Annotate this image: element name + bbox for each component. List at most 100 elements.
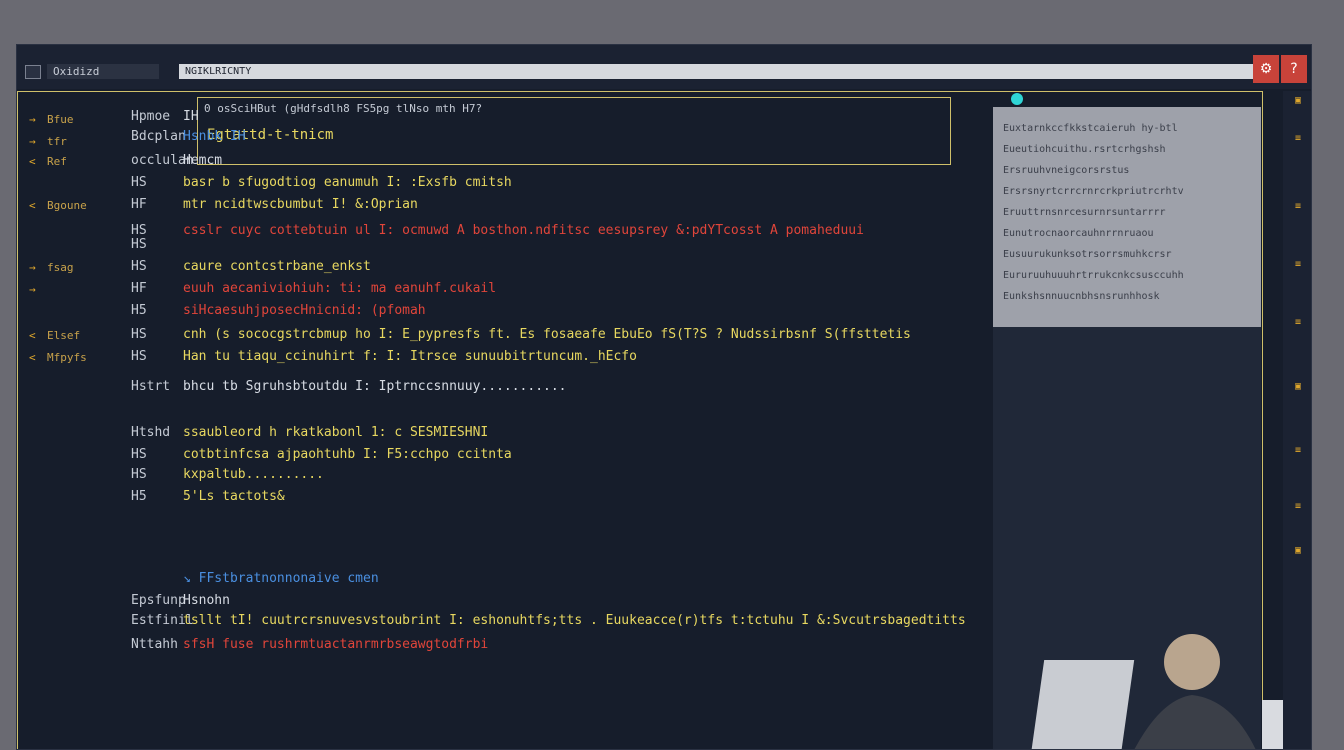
line-text: siHcaesuhjposecHnicnid: (pfomah	[183, 303, 426, 318]
app-menu-icon[interactable]	[25, 65, 41, 79]
line-label: occlulan	[131, 153, 194, 168]
title-bar: Oxidizd NGIKLRICNTY ⚙ ?	[17, 45, 1311, 89]
line-label: H5	[131, 303, 147, 318]
gutter-item[interactable]: →	[29, 281, 47, 299]
gutter-item[interactable]: → tfr	[29, 133, 67, 151]
line-label: Epsfunp	[131, 593, 186, 608]
line-text: caure contcstrbane_enkst	[183, 259, 371, 274]
line-label: Hstrt	[131, 379, 171, 394]
preview-pane	[993, 327, 1287, 749]
code-line[interactable]: Estfiniltsllt tI! cuutrcrsnuvesvstoubrin…	[131, 611, 966, 631]
code-line[interactable]: Hpmoe IH	[131, 107, 199, 127]
line-label: Bdcplan	[131, 129, 186, 144]
line-label: Estfinil	[131, 613, 194, 628]
line-text: bhcu tb Sgruhsbtoutdu I: Iptrnccsnnuuy..…	[183, 379, 567, 394]
toolbar-icon[interactable]: ≡	[1291, 201, 1305, 213]
close-button[interactable]: ?	[1281, 55, 1307, 83]
code-line[interactable]: HF euuh aecaniviohiuh: ti: ma eanuhf.cuka…	[131, 279, 496, 299]
toolbar-icon[interactable]: ▣	[1291, 545, 1305, 557]
toolbar-icon[interactable]: ▣	[1291, 95, 1305, 107]
line-text: Hsnohn	[183, 593, 230, 608]
minimap-line: Eururuuhuuuhrtrrukcnkcsusccuhh	[1003, 270, 1184, 281]
line-text: 5'Ls tactots&	[183, 489, 285, 504]
line-text: ssaubleord h rkatkabonl 1: c SESMIESHNI	[183, 425, 489, 440]
line-label: HS	[131, 175, 147, 190]
line-label: HF	[131, 281, 147, 296]
gutter-item[interactable]: < Elsef	[29, 327, 80, 345]
gutter-item[interactable]: → Bfue	[29, 111, 74, 129]
right-toolbar: ▣ ≡ ≡ ≡ ≡ ▣ ≡ ≡ ▣	[1283, 91, 1311, 749]
line-text: ↘ FFstbratnonnonaive cmen	[183, 571, 379, 586]
toolbar-icon[interactable]: ▣	[1291, 381, 1305, 393]
line-label: HS	[131, 327, 147, 342]
line-text: basr b sfugodtiog eanumuh I: :Exsfb cmit…	[183, 175, 512, 190]
line-text: mtr ncidtwscbumbut I! &:Oprian	[183, 197, 418, 212]
person-image	[1029, 634, 1287, 749]
toolbar-icon[interactable]: ≡	[1291, 133, 1305, 145]
code-line[interactable]: HS csslr cuyc cottebtuin ul I: ocmuwd A b…	[131, 221, 864, 241]
line-text: euuh aecaniviohiuh: ti: ma eanuhf.cukail	[183, 281, 497, 296]
gutter-item[interactable]: < Bgoune	[29, 197, 87, 215]
status-dot-icon	[1011, 93, 1023, 105]
line-text: Hemcm	[183, 153, 223, 168]
minimap-pane[interactable]: Euxtarnkccfkkstcaieruh hy-btl Eueutiohcui…	[993, 107, 1261, 327]
code-line[interactable]: Htshd ssaubleord h rkatkabonl 1: c SESMIE…	[131, 423, 488, 443]
find-panel-header: 0 osSciHBut (gHdfsdlh8 FS5pg tlNso mth H…	[204, 102, 483, 115]
line-text: Hsnbk IH	[183, 129, 246, 144]
line-label: HF	[131, 197, 147, 212]
line-label: Hpmoe	[131, 109, 171, 124]
line-label: HS	[131, 467, 147, 482]
minimap-line: Eueutiohcuithu.rsrtcrhgshsh	[1003, 144, 1166, 155]
line-text: tsllt tI! cuutrcrsnuvesvstoubrint I: esh…	[183, 613, 966, 628]
code-line[interactable]: Hstrt bhcu tb Sgruhsbtoutdu I: Iptrnccsnn…	[131, 377, 567, 397]
minimap-line: Eunutrocnaorcauhnrrnruaou	[1003, 228, 1154, 239]
line-text: kxpaltub..........	[183, 467, 324, 482]
code-line[interactable]: HS kxpaltub..........	[131, 465, 324, 485]
code-line[interactable]: HS	[131, 235, 183, 255]
code-line[interactable]: BdcplanHsnbk IH	[131, 127, 246, 147]
gutter-item[interactable]: < Ref	[29, 153, 67, 171]
minimap-line: Eruuttrnsnrcesurnrsuntarrrr	[1003, 207, 1166, 218]
toolbar-icon[interactable]: ≡	[1291, 445, 1305, 457]
toolbar-icon[interactable]: ≡	[1291, 501, 1305, 513]
code-line[interactable]: EpsfunpHsnohn	[131, 591, 230, 611]
line-label: H5	[131, 489, 147, 504]
minimap-line: Ersruuhvneigcorsrstus	[1003, 165, 1130, 176]
line-text: cotbtinfcsa ajpaohtuhb I: F5:cchpo ccitn…	[183, 447, 512, 462]
address-bar[interactable]: NGIKLRICNTY	[179, 64, 1253, 79]
line-label: HS	[131, 349, 147, 364]
minimap-line: Eusuurukunksotrsorrsmuhkcrsr	[1003, 249, 1172, 260]
gutter-item[interactable]: → fsag	[29, 259, 74, 277]
code-line[interactable]: HS caure contcstrbane_enkst	[131, 257, 371, 277]
line-label: HS	[131, 447, 147, 462]
line-text: Han tu tiaqu_ccinuhirt f: I: Itrsce sunu…	[183, 349, 637, 364]
code-line[interactable]: ↘ FFstbratnonnonaive cmen	[131, 569, 379, 589]
editor-window: Oxidizd NGIKLRICNTY ⚙ ? → Bfue → tfr < Ref …	[16, 44, 1312, 750]
toolbar-icon[interactable]: ≡	[1291, 259, 1305, 271]
code-line[interactable]: HS basr b sfugodtiog eanumuh I: :Exsfb cm…	[131, 173, 512, 193]
code-line[interactable]: Nttahh sfsH fuse rushrmtuactanrmrbseawgto…	[131, 635, 488, 655]
settings-icon[interactable]: ⚙	[1253, 55, 1279, 83]
line-text: sfsH fuse rushrmtuactanrmrbseawgtodfrbi	[183, 637, 489, 652]
line-text: cnh (s sococgstrcbmup ho I: E_pypresfs f…	[183, 327, 911, 342]
line-text: IH	[183, 109, 199, 124]
line-label: Nttahh	[131, 637, 178, 652]
code-line[interactable]: HS cotbtinfcsa ajpaohtuhb I: F5:cchpo cci…	[131, 445, 512, 465]
code-line[interactable]: HF mtr ncidtwscbumbut I! &:Oprian	[131, 195, 418, 215]
code-line[interactable]: H5 5'Ls tactots&	[131, 487, 285, 507]
gutter-item[interactable]: < Mfpyfs	[29, 349, 87, 367]
line-label: HS	[131, 237, 147, 252]
toolbar-icon[interactable]: ≡	[1291, 317, 1305, 329]
line-label: HS	[131, 259, 147, 274]
code-line[interactable]: HS Han tu tiaqu_ccinuhirt f: I: Itrsce su…	[131, 347, 637, 367]
app-name: Oxidizd	[47, 64, 159, 79]
code-line[interactable]: HS cnh (s sococgstrcbmup ho I: E_pypresfs…	[131, 325, 911, 345]
minimap-line: Euxtarnkccfkkstcaieruh hy-btl	[1003, 123, 1178, 134]
minimap-line: Eunkshsnnuucnbhsnsrunhhosk	[1003, 291, 1160, 302]
code-line[interactable]: H5 siHcaesuhjposecHnicnid: (pfomah	[131, 301, 426, 321]
line-label: Htshd	[131, 425, 171, 440]
minimap-line: Ersrsnyrtcrrcrnrcrkpriutrcrhtv	[1003, 186, 1184, 197]
line-text: csslr cuyc cottebtuin ul I: ocmuwd A bos…	[183, 223, 864, 238]
code-line[interactable]: occlulanHemcm	[131, 151, 222, 171]
gutter: → Bfue → tfr < Ref < Bgoune → fsag → < Elsef <…	[17, 91, 127, 749]
